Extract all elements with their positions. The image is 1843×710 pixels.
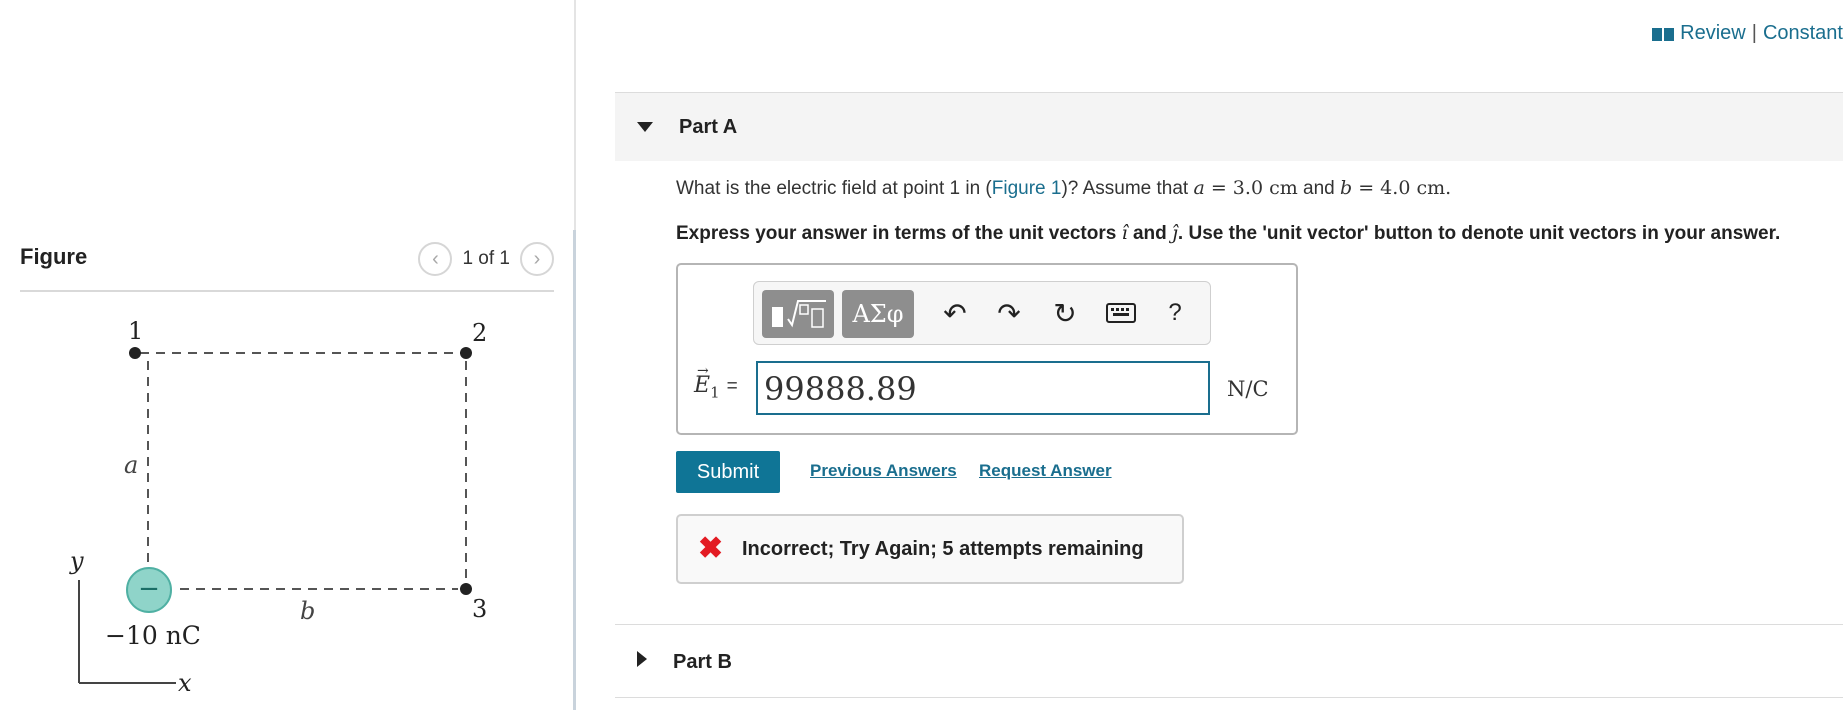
- submit-button[interactable]: Submit: [676, 451, 780, 493]
- figure-title: Figure: [20, 244, 88, 269]
- vector-arrow: →: [697, 363, 709, 379]
- question-mid: )? Assume that: [1061, 178, 1194, 199]
- y-axis-label: y: [69, 547, 84, 575]
- var-a: a: [1193, 177, 1205, 199]
- equation-label: → E 1 =: [694, 363, 738, 402]
- pane-divider-handle[interactable]: [573, 230, 576, 710]
- constants-link[interactable]: Constant: [1763, 22, 1843, 45]
- chevron-left-icon[interactable]: ‹: [418, 242, 453, 276]
- instruction-prefix: Express your answer in terms of the unit…: [676, 223, 1122, 244]
- request-answer-link[interactable]: Request Answer: [979, 461, 1112, 481]
- help-button[interactable]: ?: [1158, 296, 1192, 330]
- a-unit: cm: [1269, 177, 1298, 199]
- charge-label: −10 nC: [105, 621, 201, 650]
- book-icon: [1652, 27, 1675, 41]
- keyboard-icon[interactable]: [1104, 296, 1138, 330]
- a-value: = 3.0: [1204, 177, 1270, 199]
- figure-link[interactable]: Figure 1: [992, 178, 1062, 199]
- x-axis-label: x: [178, 669, 192, 697]
- feedback-box: ✖ Incorrect; Try Again; 5 attempts remai…: [676, 514, 1184, 584]
- undo-icon[interactable]: ↶: [938, 296, 972, 330]
- math-toolbar: ΑΣφ ↶ ↷ ↻ ?: [753, 281, 1211, 345]
- previous-answers-link[interactable]: Previous Answers: [810, 461, 957, 481]
- point-2-dot: [460, 347, 472, 359]
- part-b-label: Part B: [673, 651, 732, 673]
- figure-diagram: 1 2 3 a b − −10 nC y x: [69, 317, 487, 697]
- top-links: Review | Constant: [1652, 22, 1843, 45]
- label-a: a: [124, 451, 138, 479]
- math-templates-icon[interactable]: [762, 290, 834, 338]
- equation-subscript: 1: [710, 383, 720, 402]
- feedback-text: Incorrect; Try Again; 5 attempts remaini…: [742, 538, 1144, 560]
- link-separator: |: [1751, 22, 1757, 44]
- equation-equals: =: [726, 376, 738, 397]
- period: .: [1445, 177, 1452, 199]
- instruction-and: and: [1127, 223, 1173, 244]
- figure-header: Figure ‹ 1 of 1 ›: [20, 240, 554, 292]
- point-3-label: 3: [472, 595, 487, 623]
- figure-pager: ‹ 1 of 1 ›: [418, 242, 554, 276]
- var-b: b: [1340, 177, 1353, 199]
- point-1-label: 1: [128, 317, 143, 345]
- part-b-header[interactable]: Part B: [615, 624, 1843, 698]
- b-value: = 4.0: [1352, 177, 1417, 199]
- question-prefix: What is the electric field at point 1 in…: [676, 178, 992, 199]
- answer-box: ΑΣφ ↶ ↷ ↻ ? → E 1 = 99888.89 N/C: [676, 263, 1298, 435]
- point-3-dot: [460, 583, 472, 595]
- error-x-icon: ✖: [698, 532, 724, 565]
- figure-panel: Figure ‹ 1 of 1 › 1 2 3 a b − −10 nC y x: [0, 0, 574, 710]
- charge-sign: −: [138, 574, 160, 604]
- unit-label: N/C: [1227, 377, 1269, 401]
- greek-symbols-button[interactable]: ΑΣφ: [842, 290, 914, 338]
- review-link[interactable]: Review: [1680, 22, 1746, 45]
- caret-right-icon: [637, 651, 647, 667]
- caret-down-icon: [637, 122, 653, 132]
- pager-text: 1 of 1: [462, 248, 510, 269]
- label-b: b: [300, 597, 315, 625]
- and-word: and: [1297, 178, 1341, 199]
- keyboard-glyph: [1106, 303, 1136, 323]
- chevron-right-icon[interactable]: ›: [520, 242, 554, 276]
- b-unit: cm: [1416, 177, 1446, 199]
- templates-glyph: [772, 300, 826, 328]
- point-2-label: 2: [472, 319, 487, 347]
- redo-icon[interactable]: ↷: [992, 296, 1026, 330]
- part-a-header[interactable]: Part A: [615, 92, 1843, 161]
- answer-input[interactable]: 99888.89: [756, 361, 1210, 415]
- point-1-dot: [129, 347, 141, 359]
- instruction-suffix: . Use the 'unit vector' button to denote…: [1177, 223, 1781, 244]
- reset-icon[interactable]: ↻: [1048, 296, 1082, 330]
- part-a-label: Part A: [679, 116, 738, 138]
- question-text: What is the electric field at point 1 in…: [676, 177, 1451, 200]
- instruction-text: Express your answer in terms of the unit…: [676, 222, 1780, 245]
